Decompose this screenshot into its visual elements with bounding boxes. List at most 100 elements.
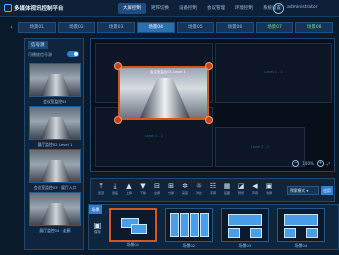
layout-cell xyxy=(284,228,296,238)
tab-scene-04[interactable]: 场景04 xyxy=(136,22,175,33)
avatar[interactable] xyxy=(273,3,284,14)
camera-thumbnail[interactable]: 展厅监控04 · 走廊 xyxy=(29,192,81,234)
clear-screen-icon: ▣ xyxy=(265,182,273,190)
tool-split[interactable]: ⊞ 分屏 xyxy=(165,182,177,195)
subtitle-icon: ☷ xyxy=(209,182,217,190)
layout-cell xyxy=(306,228,318,238)
layout-label: 场景04 xyxy=(294,243,308,248)
fit-screen-icon[interactable]: ⤢ xyxy=(327,161,330,166)
tool-label: 声音 xyxy=(251,191,258,195)
mode-select[interactable]: 预案模式 ▾ xyxy=(287,186,319,195)
user-menu[interactable]: administrator xyxy=(273,3,333,14)
save-label: 保存 xyxy=(94,230,101,234)
top-bar: 多媒体视讯控制平台 大屏控制 矩阵切换 设备控制 会议管理 环境控制 系统设置 … xyxy=(0,0,339,17)
tool-audio[interactable]: ◀ 声音 xyxy=(249,182,261,195)
nav-item-matrix[interactable]: 矩阵切换 xyxy=(146,3,174,14)
tool-subtitle[interactable]: ☷ 字幕 xyxy=(207,182,219,195)
tool-label: 上移 xyxy=(125,191,132,195)
tab-scene-02[interactable]: 场景02 xyxy=(57,22,96,33)
layout-label: 场景01 xyxy=(126,242,140,247)
source-panel: 信号源 可播放信号源 会议室监控01 展厅监控02 Level 1 会议室监控0… xyxy=(24,38,84,250)
tool-background[interactable]: ▦ 底图 xyxy=(221,182,233,195)
tab-scene-08[interactable]: 场景08 xyxy=(295,22,333,33)
tool-preview[interactable]: ◪ 预览 xyxy=(235,182,247,195)
layout-cell xyxy=(190,213,199,237)
tool-brightness[interactable]: ✲ 亮度 xyxy=(179,182,191,195)
layout-preset[interactable]: 场景02 xyxy=(165,208,213,248)
tool-clear[interactable]: ▣ 清屏 xyxy=(263,182,275,195)
layout-strip: 场景 ▣ 保存 场景01 场景02 场景03 场景04 xyxy=(88,204,339,250)
tab-scene-07[interactable]: 场景07 xyxy=(255,22,294,33)
camera-preview-image[interactable] xyxy=(29,192,81,226)
tool-label: 字幕 xyxy=(209,191,216,195)
tool-contrast[interactable]: ☼ 对比 xyxy=(193,182,205,195)
main-nav: 大屏控制 矩阵切换 设备控制 会议管理 环境控制 系统设置 xyxy=(118,3,286,14)
tool-fullscreen[interactable]: ⊟ 全屏 xyxy=(151,182,163,195)
nav-item-environment[interactable]: 环境控制 xyxy=(230,3,258,14)
zoom-out-icon[interactable]: − xyxy=(292,159,300,167)
zoom-control: − 100% + ⤢ xyxy=(292,159,330,167)
speaker-icon: ◀ xyxy=(252,182,258,190)
move-up-icon: ▲ xyxy=(126,182,132,190)
resize-handle-top-right[interactable] xyxy=(205,62,213,70)
camera-preview-image[interactable] xyxy=(29,149,81,183)
resize-handle-bottom-right[interactable] xyxy=(205,116,213,124)
brightness-icon: ✲ xyxy=(182,182,188,190)
camera-preview-image[interactable] xyxy=(29,106,81,140)
wall-window-label: Level 1 - 2 xyxy=(144,134,164,139)
layout-cell xyxy=(180,213,189,237)
tool-label: 下移 xyxy=(139,191,146,195)
scene-tabs: 场景01 场景02 场景03 场景04 场景05 场景06 场景07 场景08 xyxy=(18,22,333,33)
tool-label: 全屏 xyxy=(153,191,160,195)
tool-label: 置底 xyxy=(111,191,118,195)
layout-cell xyxy=(131,224,147,234)
save-button[interactable]: ▣ 保存 xyxy=(91,221,104,235)
resize-handle-bottom-left[interactable] xyxy=(114,116,122,124)
camera-thumbnail[interactable]: 展厅监控02 Level 1 xyxy=(29,106,81,148)
source-toggle[interactable] xyxy=(67,51,79,57)
layout-preset[interactable]: 场景01 xyxy=(109,208,157,247)
tool-label: 清屏 xyxy=(265,191,272,195)
zoom-in-icon[interactable]: + xyxy=(316,159,324,167)
fullscreen-icon: ⊟ xyxy=(154,182,160,190)
video-wall-canvas[interactable]: Level 1 - 2 Level 1 - 2 Level 1 - 2 Leve… xyxy=(90,38,335,172)
tabs-prev-button[interactable]: ‹ xyxy=(8,24,15,31)
layout-label: 场景02 xyxy=(182,243,196,248)
selected-video-window[interactable]: 会议室监控01 Level 1 xyxy=(118,66,209,120)
move-down-icon: ▼ xyxy=(140,182,146,190)
tool-move-down[interactable]: ▼ 下移 xyxy=(137,182,149,195)
layout-label: 场景03 xyxy=(238,243,252,248)
layout-strip-tag: 场景 xyxy=(89,205,102,214)
source-panel-title: 信号源 xyxy=(28,41,48,49)
tool-label: 预览 xyxy=(237,191,244,195)
app-title: 多媒体视讯控制平台 xyxy=(14,6,64,12)
wall-window-label: Level 1 - 2 xyxy=(250,145,270,150)
tool-bring-to-front[interactable]: ⤒ 置顶 xyxy=(95,182,107,195)
tab-scene-03[interactable]: 场景03 xyxy=(97,22,135,33)
nav-item-device[interactable]: 设备控制 xyxy=(174,3,202,14)
nav-item-screen-control[interactable]: 大屏控制 xyxy=(118,3,146,14)
wall-window[interactable]: Level 1 - 2 xyxy=(215,43,332,103)
video-caption: 会议室监控01 Level 1 xyxy=(150,70,186,74)
tool-label: 分屏 xyxy=(167,191,174,195)
tool-send-to-back[interactable]: ⤓ 置底 xyxy=(109,182,121,195)
layout-cell xyxy=(284,214,318,226)
layout-preset[interactable]: 场景03 xyxy=(221,208,269,248)
layout-preset[interactable]: 场景04 xyxy=(277,208,325,248)
send-to-back-icon: ⤓ xyxy=(113,182,117,190)
tab-scene-06[interactable]: 场景06 xyxy=(216,22,254,33)
tab-scene-01[interactable]: 场景01 xyxy=(18,22,56,33)
tool-label: 亮度 xyxy=(181,191,188,195)
resize-handle-top-left[interactable] xyxy=(114,62,122,70)
camera-thumbnail[interactable]: 会议室监控03 · 展厅入口 xyxy=(29,149,81,191)
camera-preview-image[interactable] xyxy=(29,63,81,97)
tool-label: 对比 xyxy=(195,191,202,195)
tool-move-up[interactable]: ▲ 上移 xyxy=(123,182,135,195)
camera-thumbnail[interactable]: 会议室监控01 xyxy=(29,63,81,105)
apply-button[interactable]: 应用 xyxy=(321,186,333,195)
nav-item-meeting[interactable]: 会议管理 xyxy=(202,3,230,14)
contrast-icon: ☼ xyxy=(195,182,203,190)
tab-scene-05[interactable]: 场景05 xyxy=(176,22,215,33)
layout-cell xyxy=(228,228,240,238)
save-icon: ▣ xyxy=(93,221,102,230)
